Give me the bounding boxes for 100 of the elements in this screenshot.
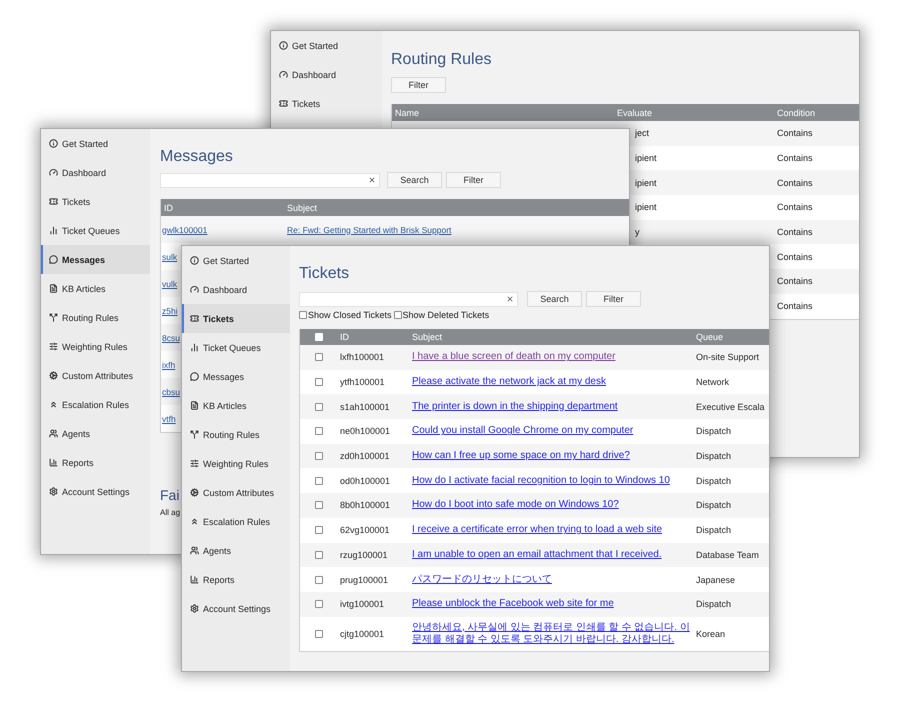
row-checkbox[interactable] bbox=[315, 526, 323, 534]
sidebar-item[interactable]: Reports bbox=[41, 448, 150, 477]
sidebar-item[interactable]: Ticket Queues bbox=[41, 216, 150, 245]
sidebar-item[interactable]: Custom Attributes bbox=[41, 361, 150, 390]
search-field[interactable] bbox=[299, 292, 518, 306]
table-cell: Korean bbox=[696, 628, 726, 639]
table-cell: ivtg100001 bbox=[340, 599, 384, 610]
chat-bubble-icon bbox=[49, 255, 58, 264]
select-all-checkbox[interactable] bbox=[315, 333, 323, 341]
sidebar-item[interactable]: Dashboard bbox=[182, 275, 290, 304]
split-arrows-icon bbox=[190, 430, 199, 439]
row-checkbox[interactable] bbox=[315, 630, 323, 638]
table-cell: ytfh100001 bbox=[340, 377, 385, 388]
row-checkbox[interactable] bbox=[315, 427, 323, 436]
table-cell: Contains bbox=[777, 276, 813, 286]
filter-option[interactable]: Show Deleted Tickets bbox=[394, 309, 490, 321]
search-button[interactable]: Search bbox=[527, 291, 582, 307]
sidebar-item[interactable]: Account Settings bbox=[41, 477, 150, 506]
sidebar-item[interactable]: Messages bbox=[41, 245, 150, 274]
subject-link[interactable]: Re: Fwd: Getting Started with Brisk Support bbox=[287, 224, 452, 234]
sidebar-item[interactable]: Dashboard bbox=[271, 60, 382, 89]
people-icon bbox=[190, 546, 199, 555]
sidebar-item[interactable]: Account Settings bbox=[182, 594, 290, 623]
row-checkbox[interactable] bbox=[315, 501, 323, 510]
sidebar-item[interactable]: Custom Attributes bbox=[182, 478, 290, 507]
table-cell: ject bbox=[635, 128, 650, 138]
id-link[interactable]: 8csu bbox=[162, 332, 180, 342]
sidebar-item[interactable]: Reports bbox=[182, 565, 290, 594]
ticket-link[interactable]: How can I free up some space on my hard drive? bbox=[412, 450, 630, 462]
sidebar-item[interactable]: Get Started bbox=[41, 129, 150, 158]
ticket-link[interactable]: The printer is down in the shipping department bbox=[412, 400, 618, 413]
table-cell: Dispatch bbox=[696, 451, 732, 462]
filter-option[interactable]: Show Closed Tickets bbox=[299, 309, 392, 321]
ticket-link[interactable]: 안녕하세요, 사무실에 있는 컴퓨터로 인쇄를 할 수 없습니다. 이 문제를 해결할 수 있도록 도와주시기 바랍니다. 감사합니다. bbox=[412, 622, 690, 646]
sidebar-item[interactable]: Agents bbox=[41, 419, 150, 448]
row-checkbox[interactable] bbox=[315, 476, 323, 485]
row-checkbox[interactable] bbox=[315, 353, 323, 362]
column-header: Name bbox=[395, 108, 420, 118]
sidebar-item[interactable]: Escalation Rules bbox=[41, 390, 150, 419]
cog-icon bbox=[190, 488, 199, 497]
table-cell: od0h100001 bbox=[340, 476, 390, 486]
sliders-icon bbox=[49, 342, 58, 351]
search-field[interactable] bbox=[160, 172, 380, 188]
sidebar-item[interactable]: Tickets bbox=[271, 89, 382, 118]
clear-icon[interactable] bbox=[506, 295, 514, 303]
page-title: Messages bbox=[160, 147, 233, 167]
table-cell: Japanese bbox=[696, 574, 736, 585]
sidebar-item[interactable]: Get Started bbox=[271, 31, 382, 60]
row-checkbox[interactable] bbox=[315, 576, 323, 584]
info-icon bbox=[279, 41, 288, 50]
table-cell: Executive Escala bbox=[696, 402, 765, 412]
sliders-icon bbox=[190, 459, 199, 468]
table-cell: zd0h100001 bbox=[340, 451, 390, 462]
id-link[interactable]: z5hi bbox=[162, 306, 178, 316]
ticket-link[interactable]: I have a blue screen of death on my computer bbox=[412, 351, 616, 364]
sidebar-item[interactable]: KB Articles bbox=[182, 391, 290, 420]
ticket-link[interactable]: Please unblock the Facebook web site for me bbox=[412, 598, 614, 610]
id-link[interactable]: vtfh bbox=[162, 414, 176, 424]
id-link[interactable]: ixfh bbox=[162, 360, 176, 370]
checkbox[interactable] bbox=[299, 311, 307, 319]
settings-icon bbox=[49, 487, 58, 496]
ticket-link[interactable]: Could you install Google Chrome on my computer bbox=[412, 425, 634, 438]
sidebar-item[interactable]: Messages bbox=[182, 362, 290, 391]
sidebar-item[interactable]: Routing Rules bbox=[41, 303, 150, 332]
filter-button[interactable]: Filter bbox=[391, 77, 446, 93]
sidebar-item[interactable]: Weighting Rules bbox=[41, 332, 150, 361]
sidebar-item[interactable]: Tickets bbox=[41, 187, 150, 216]
sidebar-item[interactable]: Tickets bbox=[182, 304, 290, 333]
search-button[interactable]: Search bbox=[387, 172, 442, 188]
ticket-link[interactable]: パスワードのリセットについて bbox=[412, 574, 552, 586]
ticket-link[interactable]: How do I boot into safe mode on Windows 10? bbox=[412, 499, 619, 512]
sidebar-item[interactable]: Weighting Rules bbox=[182, 449, 290, 478]
ticket-link[interactable]: I receive a certificate error when trying to load a web site bbox=[412, 524, 662, 536]
sidebar-item[interactable]: Routing Rules bbox=[182, 420, 290, 449]
checkbox[interactable] bbox=[394, 311, 402, 319]
row-checkbox[interactable] bbox=[315, 378, 323, 386]
sidebar-item[interactable]: Dashboard bbox=[41, 158, 150, 187]
ticket-link[interactable]: How do I activate facial recognition to login to Windows 10 bbox=[412, 474, 670, 487]
filter-button[interactable]: Filter bbox=[446, 172, 501, 188]
clear-icon[interactable] bbox=[368, 176, 376, 184]
ticket-link[interactable]: Please activate the network jack at my desk bbox=[412, 376, 606, 388]
id-link[interactable]: sulk bbox=[162, 252, 178, 262]
table-cell: Contains bbox=[777, 227, 813, 238]
ticket-link[interactable]: I am unable to open an email attachment that I received. bbox=[412, 548, 662, 561]
id-link[interactable]: vulk bbox=[162, 278, 178, 288]
row-checkbox[interactable] bbox=[315, 600, 323, 608]
sidebar-item[interactable]: Ticket Queues bbox=[182, 333, 290, 362]
table-cell: rzug100001 bbox=[340, 550, 388, 560]
table-cell: ipient bbox=[635, 153, 657, 164]
filter-button[interactable]: Filter bbox=[586, 291, 641, 307]
id-link[interactable]: cbsu bbox=[162, 386, 180, 396]
sidebar-item[interactable]: Agents bbox=[182, 536, 290, 565]
sidebar-item[interactable]: KB Articles bbox=[41, 274, 150, 303]
sidebar-item[interactable]: Get Started bbox=[182, 246, 290, 275]
row-checkbox[interactable] bbox=[315, 452, 323, 460]
table-cell: Dispatch bbox=[696, 476, 732, 486]
row-checkbox[interactable] bbox=[315, 550, 323, 559]
id-link[interactable]: gwlk100001 bbox=[162, 224, 208, 234]
row-checkbox[interactable] bbox=[315, 402, 323, 411]
sidebar-item[interactable]: Escalation Rules bbox=[182, 507, 290, 536]
